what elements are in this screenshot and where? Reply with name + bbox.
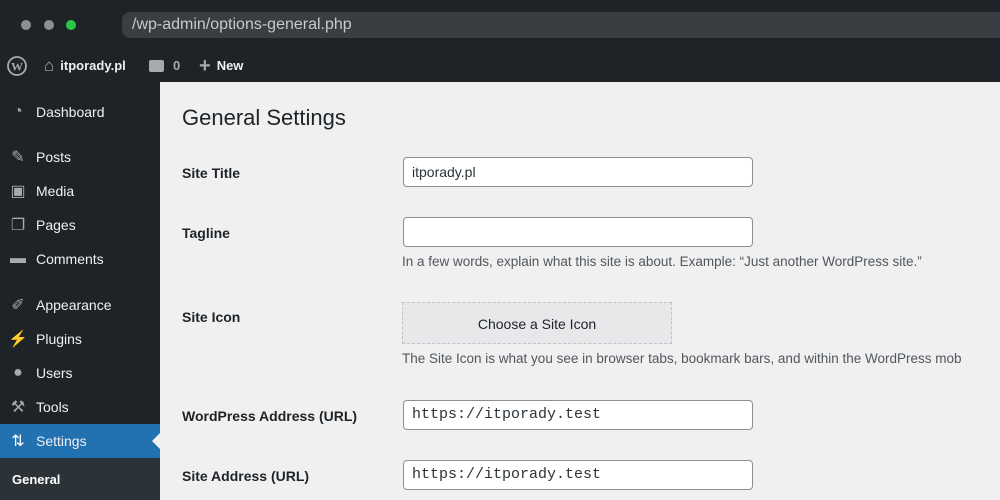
page-title: General Settings [182,105,346,130]
submenu-item-general[interactable]: General [0,458,160,500]
sidebar-item-plugins[interactable]: ⚡ Plugins [0,322,160,356]
svg-text:W: W [11,60,23,74]
sidebar-item-media[interactable]: ▣ Media [0,174,160,208]
minimize-window-button[interactable] [44,20,54,30]
label: Appearance [36,297,112,313]
label: Media [36,183,75,199]
user-icon: ● [13,364,23,381]
site-title-label: Site Title [182,165,241,181]
site-address-label: Site Address (URL) [182,468,310,484]
pages-icon: ❐ [10,217,26,234]
home-icon: ⌂ [44,56,55,75]
plugin-icon: ⚡ [8,331,28,348]
site-icon-label: Site Icon [182,309,241,325]
wordpress-address-label: WordPress Address (URL) [182,408,358,424]
sidebar-item-pages[interactable]: ❐ Pages [0,208,160,242]
choose-site-icon-button[interactable]: Choose a Site Icon [402,302,672,344]
label: Users [36,365,73,381]
label: Comments [36,251,104,267]
site-address-input[interactable]: https://itporady.test [403,460,753,490]
address-bar[interactable]: /wp-admin/options-general.php [122,12,1000,38]
dashboard-icon: ◔ [13,103,23,120]
site-icon-description: The Site Icon is what you see in browser… [402,351,962,366]
admin-sidebar: ◔ Dashboard ✎ Posts ▣ Media ❐ Pages ▬ Comment… [0,82,160,500]
maximize-window-button[interactable] [66,20,76,30]
sidebar-item-appearance[interactable]: ✐ Appearance [0,288,160,322]
label: Dashboard [36,104,105,120]
new-label: New [216,58,244,73]
site-name: itporady.pl [60,58,126,73]
settings-icon: ⇅ [11,433,25,450]
label: Pages [36,217,76,233]
tagline-input[interactable] [403,217,753,247]
wrench-icon: ⚒ [10,399,26,416]
wordpress-icon: W [7,56,27,76]
label: Settings [36,433,87,449]
comment-icon: ▬ [10,250,26,267]
sidebar-item-posts[interactable]: ✎ Posts [0,140,160,174]
browser-chrome: /wp-admin/options-general.php [0,0,1000,50]
label: Plugins [36,331,82,347]
plus-icon: + [199,55,211,77]
new-content-link[interactable]: + New [199,50,243,82]
site-name-link[interactable]: ⌂ itporady.pl [44,50,126,82]
sidebar-item-settings[interactable]: ⇅ Settings [0,424,160,458]
label: Tools [36,399,69,415]
close-window-button[interactable] [21,20,31,30]
sidebar-item-comments[interactable]: ▬ Comments [0,242,160,276]
comment-icon [149,60,164,72]
comments-count: 0 [173,58,181,73]
label: Posts [36,149,72,165]
wordpress-logo-button[interactable]: W [7,50,27,82]
site-title-input[interactable]: itporady.pl [403,157,753,187]
brush-icon: ✐ [11,297,25,314]
comments-link[interactable]: 0 [149,50,180,82]
wordpress-address-input[interactable]: https://itporady.test [403,400,753,430]
admin-bar: W ⌂ itporady.pl 0 + New [0,50,1000,82]
sidebar-item-users[interactable]: ● Users [0,356,160,390]
active-arrow [152,433,160,449]
media-icon: ▣ [10,183,26,200]
sidebar-item-tools[interactable]: ⚒ Tools [0,390,160,424]
sidebar-item-dashboard[interactable]: ◔ Dashboard [0,95,160,129]
tagline-label: Tagline [182,225,230,241]
tagline-description: In a few words, explain what this site i… [402,254,922,269]
pin-icon: ✎ [11,149,25,166]
